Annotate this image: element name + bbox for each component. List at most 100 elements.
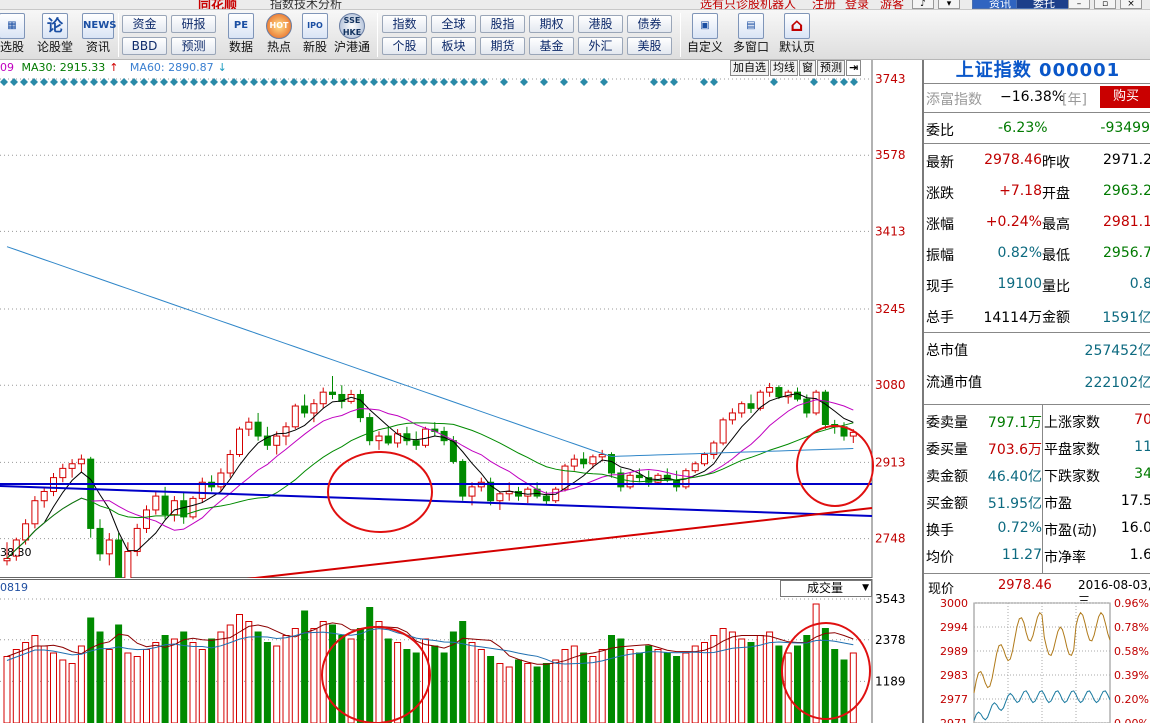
volume-bar[interactable] bbox=[87, 617, 95, 723]
volume-bar[interactable] bbox=[701, 642, 708, 723]
candle[interactable] bbox=[329, 391, 336, 395]
volume-bar[interactable] bbox=[77, 645, 85, 723]
volume-bar[interactable] bbox=[254, 631, 262, 723]
candle[interactable] bbox=[301, 405, 309, 414]
volume-bar[interactable] bbox=[152, 642, 160, 723]
candle[interactable] bbox=[589, 456, 597, 465]
toolbar-funds-list[interactable]: 基金 bbox=[529, 37, 574, 55]
candle[interactable] bbox=[459, 460, 467, 497]
buy-button[interactable]: 购买 bbox=[1100, 86, 1150, 108]
toolbar-forex[interactable]: 外汇 bbox=[578, 37, 623, 55]
login-link[interactable]: 登录 bbox=[845, 0, 869, 9]
volume-bar[interactable] bbox=[831, 649, 839, 723]
price-chart[interactable]: 3743 3578 3413 3245 3080 2913 2748 38.30 bbox=[0, 60, 922, 578]
toolbar-stocks[interactable]: 个股 bbox=[382, 37, 427, 55]
toolbar-us-stocks[interactable]: 美股 bbox=[627, 37, 672, 55]
volume-bar[interactable] bbox=[161, 635, 169, 723]
volume-bar[interactable] bbox=[849, 652, 857, 723]
candle[interactable] bbox=[691, 463, 699, 472]
candle[interactable] bbox=[552, 488, 560, 502]
toolbar-research[interactable]: 研报 bbox=[171, 15, 216, 33]
toolbar-custom[interactable]: ▣ 自定义 bbox=[685, 12, 725, 58]
toolbar-data[interactable]: PE 数据 bbox=[224, 12, 258, 58]
ma-button[interactable]: 均线 bbox=[770, 60, 798, 76]
volume-bar[interactable] bbox=[291, 628, 299, 723]
candle[interactable] bbox=[468, 486, 476, 497]
volume-bar[interactable] bbox=[115, 624, 123, 723]
candle[interactable] bbox=[22, 523, 30, 541]
volume-bar[interactable] bbox=[542, 663, 550, 723]
volume-bar[interactable] bbox=[524, 663, 532, 723]
volume-bar[interactable] bbox=[645, 645, 653, 723]
volume-bar[interactable] bbox=[626, 649, 634, 723]
candle[interactable] bbox=[570, 458, 578, 467]
volume-bar[interactable] bbox=[59, 659, 67, 723]
volume-bar[interactable] bbox=[775, 645, 783, 723]
toolbar-default-page[interactable]: ⌂ 默认页 bbox=[777, 12, 817, 58]
volume-bar[interactable] bbox=[3, 656, 11, 723]
candle[interactable] bbox=[254, 421, 262, 437]
volume-bar[interactable] bbox=[412, 652, 420, 723]
volume-bar[interactable] bbox=[691, 645, 699, 723]
candle[interactable] bbox=[161, 495, 169, 516]
candle[interactable] bbox=[291, 405, 299, 428]
volume-bar[interactable] bbox=[654, 649, 662, 723]
toolbar-ipo[interactable]: IPO 新股 bbox=[298, 12, 332, 58]
volume-bar[interactable] bbox=[310, 628, 318, 723]
volume-bar[interactable] bbox=[133, 656, 141, 723]
volume-bar[interactable] bbox=[728, 631, 736, 723]
candle[interactable] bbox=[719, 419, 727, 444]
volume-bar[interactable] bbox=[273, 645, 281, 723]
candle[interactable] bbox=[561, 465, 569, 490]
candle[interactable] bbox=[366, 417, 374, 442]
volume-bar[interactable] bbox=[263, 642, 271, 723]
volume-bar[interactable] bbox=[756, 635, 764, 723]
volume-bar[interactable] bbox=[710, 635, 718, 723]
volume-bar[interactable] bbox=[617, 638, 625, 723]
register-link[interactable]: 注册 bbox=[812, 0, 836, 9]
candle[interactable] bbox=[635, 474, 643, 479]
candle[interactable] bbox=[77, 458, 85, 465]
candle[interactable] bbox=[105, 539, 113, 555]
candle[interactable] bbox=[273, 435, 281, 446]
candle[interactable] bbox=[598, 454, 606, 458]
volume-bar[interactable] bbox=[12, 649, 20, 723]
volume-bar[interactable] bbox=[747, 642, 755, 723]
volume-bar[interactable] bbox=[394, 642, 402, 723]
volume-bar[interactable] bbox=[68, 663, 76, 723]
close-icon[interactable]: × bbox=[1120, 0, 1142, 9]
candle[interactable] bbox=[775, 387, 783, 398]
toolbar-funds[interactable]: 资金 bbox=[122, 15, 167, 33]
robot-link[interactable]: 选有只诊股机器人 bbox=[700, 0, 796, 9]
volume-bar[interactable] bbox=[208, 638, 216, 723]
volume-bar[interactable] bbox=[189, 642, 197, 723]
candle[interactable] bbox=[422, 428, 429, 446]
candle[interactable] bbox=[152, 495, 160, 511]
toolbar-stock-picker[interactable]: ▦ 选股 bbox=[0, 12, 26, 58]
volume-bar[interactable] bbox=[384, 638, 392, 723]
candle[interactable] bbox=[310, 403, 318, 414]
volume-bar[interactable] bbox=[31, 635, 39, 723]
volume-bar[interactable] bbox=[468, 642, 476, 723]
volume-bar[interactable] bbox=[515, 659, 522, 723]
volume-chart[interactable]: 3543 2378 1189 bbox=[0, 579, 922, 723]
toolbar-hk-connect[interactable]: SSE HKE 沪港通 bbox=[332, 12, 372, 58]
volume-bar[interactable] bbox=[198, 649, 206, 723]
window-button[interactable]: 窗 bbox=[799, 60, 816, 76]
toolbar-bbd[interactable]: BBD bbox=[122, 37, 167, 55]
volume-bar[interactable] bbox=[347, 638, 355, 723]
volume-bar[interactable] bbox=[552, 659, 560, 723]
candle[interactable] bbox=[59, 467, 67, 479]
volume-bar[interactable] bbox=[533, 666, 541, 723]
volume-indicator-select[interactable]: 成交量 ▼ bbox=[780, 580, 872, 597]
volume-bar[interactable] bbox=[821, 628, 829, 723]
candle[interactable] bbox=[282, 426, 290, 437]
volume-bar[interactable] bbox=[812, 603, 820, 723]
candle[interactable] bbox=[189, 497, 197, 518]
trade-button[interactable]: 委托 bbox=[1016, 0, 1072, 9]
volume-bar[interactable] bbox=[143, 649, 150, 723]
volume-bar[interactable] bbox=[96, 631, 104, 723]
toolbar-hot[interactable]: HOT 热点 bbox=[262, 12, 296, 58]
add-watchlist-button[interactable]: 加自选 bbox=[730, 60, 769, 76]
volume-bar[interactable] bbox=[738, 638, 746, 723]
